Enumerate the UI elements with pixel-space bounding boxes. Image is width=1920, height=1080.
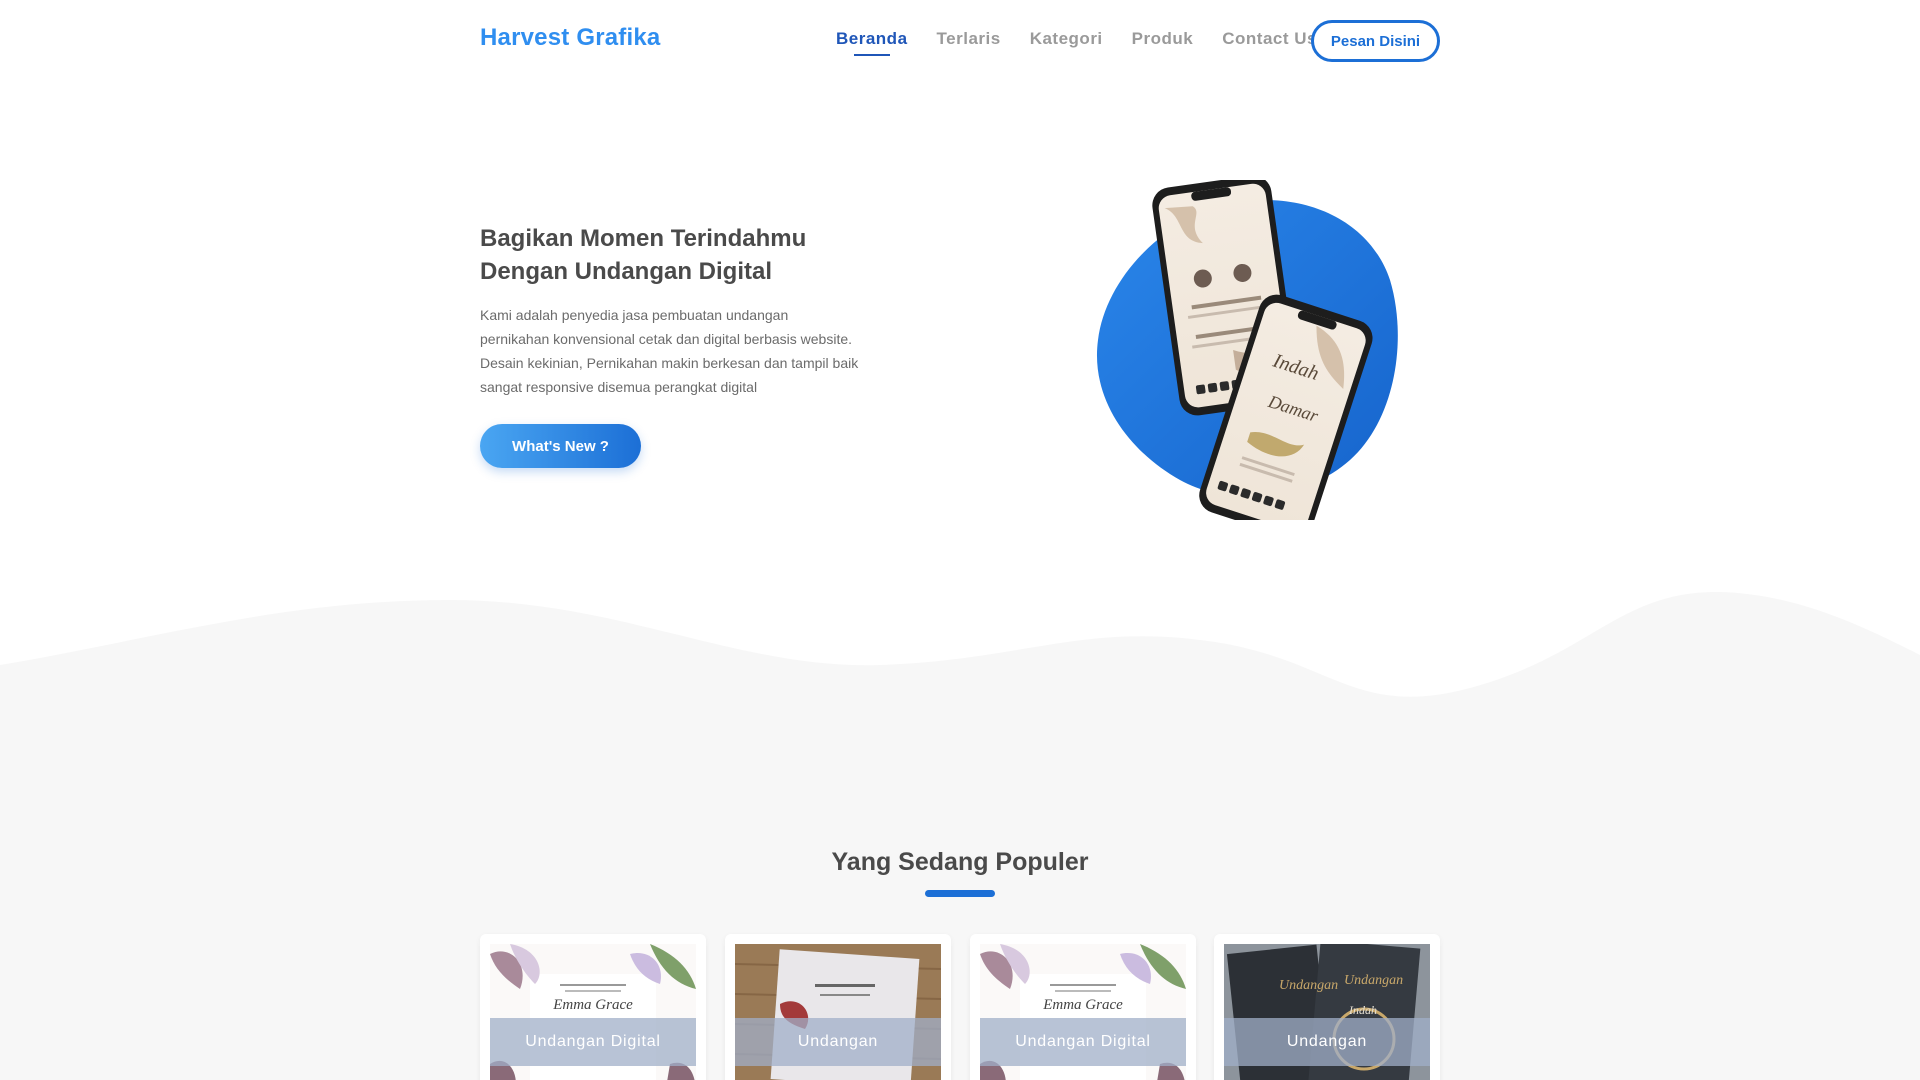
svg-text:Indah: Indah xyxy=(1348,1003,1377,1017)
section-title-underline xyxy=(925,890,995,897)
hero-description: Kami adalah penyedia jasa pembuatan unda… xyxy=(480,307,859,395)
nav-item-beranda[interactable]: Beranda xyxy=(836,29,908,56)
svg-text:Emma Grace: Emma Grace xyxy=(1042,997,1123,1013)
svg-text:Emma Grace: Emma Grace xyxy=(552,997,633,1013)
product-card[interactable]: Emma Grace Undangan Digital xyxy=(480,934,706,1080)
brand-logo[interactable]: Harvest Grafika xyxy=(480,24,660,52)
whats-new-button[interactable]: What's New ? xyxy=(480,424,641,468)
nav-item-label: Contact Us xyxy=(1222,29,1317,48)
nav-item-label: Beranda xyxy=(836,29,908,48)
product-label: Undangan Digital xyxy=(490,1018,696,1066)
order-button[interactable]: Pesan Disini xyxy=(1311,20,1440,62)
svg-text:Undangan: Undangan xyxy=(1279,978,1338,993)
navbar: Harvest Grafika Beranda Terlaris Kategor… xyxy=(0,0,1920,80)
product-label: Undangan xyxy=(1224,1018,1430,1066)
hero-title-line-1: Bagikan Momen Terindahmu xyxy=(480,225,807,252)
nav-item-label: Terlaris xyxy=(936,29,1001,48)
section-title: Yang Sedang Populer xyxy=(831,848,1089,876)
nav-item-label: Kategori xyxy=(1029,29,1103,48)
nav-item-kategori[interactable]: Kategori xyxy=(1030,29,1103,49)
hero-title-line-2: Dengan Undangan Digital xyxy=(480,258,773,285)
popular-cards: Emma Grace Undangan Digital Undangan Emm… xyxy=(480,934,1440,1080)
hero-title: Bagikan Momen Terindahmu Dengan Undangan… xyxy=(480,222,900,288)
product-card[interactable]: Emma Grace Undangan Digital xyxy=(970,934,1196,1080)
product-label: Undangan xyxy=(735,1018,941,1066)
svg-text:Undangan: Undangan xyxy=(1344,973,1403,988)
product-card[interactable]: Undangan xyxy=(725,934,951,1080)
phone-mockup-illustration: Indah Damar xyxy=(1096,180,1398,520)
active-indicator xyxy=(854,54,890,56)
main-nav: Beranda Terlaris Kategori Produk Contact… xyxy=(836,29,1346,56)
nav-item-terlaris[interactable]: Terlaris xyxy=(937,29,1001,49)
nav-item-produk[interactable]: Produk xyxy=(1132,29,1194,49)
nav-item-label: Produk xyxy=(1131,29,1194,48)
product-label: Undangan Digital xyxy=(980,1018,1186,1066)
product-card[interactable]: Undangan Undangan Indah Undangan xyxy=(1214,934,1440,1080)
nav-item-contact-us[interactable]: Contact Us xyxy=(1222,29,1317,49)
